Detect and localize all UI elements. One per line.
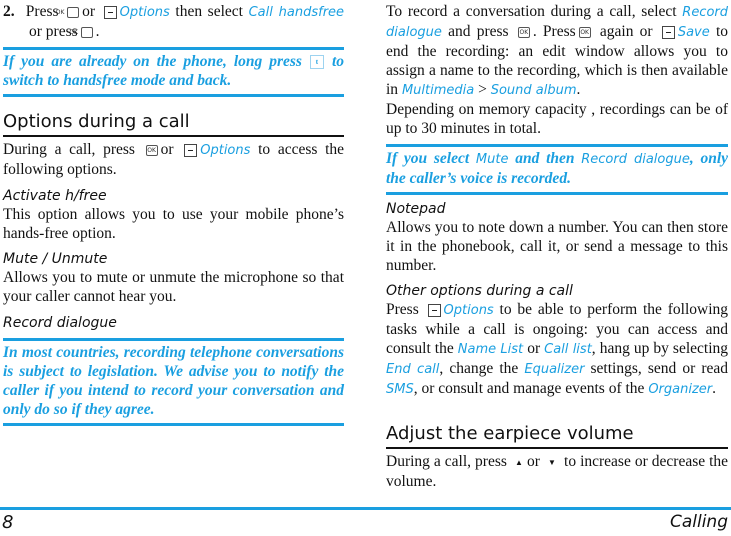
- subheading-notepad: Notepad: [386, 201, 446, 217]
- softkey-icon: [661, 25, 675, 39]
- ok-key-icon: OK: [145, 144, 158, 156]
- page-number: 8: [2, 512, 14, 533]
- right-column: To record a conversation during a call, …: [386, 0, 728, 491]
- menu-term-mute: Mute: [475, 152, 509, 167]
- menu-term-sms: SMS: [386, 382, 414, 397]
- up-arrow-icon: ▲: [514, 457, 523, 467]
- menu-term-save: Save: [677, 25, 710, 40]
- down-arrow-icon: ▼: [547, 457, 556, 467]
- footer-divider: [0, 507, 731, 510]
- memory-text: Depending on memory capacity , recording…: [386, 101, 728, 137]
- ok-key-icon: OK: [56, 6, 80, 18]
- left-column: 2. Press OK or Options then select Call h…: [3, 0, 344, 426]
- volume-body: During a call, press ▲ or ▼ to increase o…: [386, 452, 728, 491]
- menu-term-end-call: End call: [386, 362, 440, 377]
- legislation-note: In most countries, recording telephone c…: [3, 338, 344, 426]
- menu-term-organizer: Organizer: [648, 382, 713, 397]
- menu-term-multimedia: Multimedia: [401, 83, 475, 98]
- text: settings, send or read: [590, 360, 729, 377]
- softkey-icon: [184, 143, 198, 157]
- menu-term-sound-album: Sound album: [490, 83, 577, 98]
- menu-term-equalizer: Equalizer: [524, 362, 585, 377]
- menu-term-name-list: Name List: [457, 342, 524, 357]
- text: and press: [448, 23, 509, 40]
- mute-body: Allows you to mute or unmute the microph…: [3, 269, 344, 305]
- text: .: [576, 81, 581, 98]
- menu-term-call-handsfree: Call handsfree: [248, 5, 345, 20]
- text: or: [82, 3, 96, 20]
- section-title-volume: Adjust the earpiece volume: [386, 423, 728, 449]
- text: or: [527, 453, 540, 470]
- menu-term-options: Options: [200, 143, 251, 158]
- subheading-activate: Activate h/free: [3, 188, 107, 204]
- text: , change the: [439, 360, 519, 377]
- softkey-icon: [427, 303, 441, 317]
- text: .: [95, 23, 100, 40]
- mute-record-note: If you select Mute and then Record dialo…: [386, 144, 728, 195]
- text: and then: [515, 150, 575, 167]
- text: or: [527, 340, 541, 357]
- activate-body: This option allows you to use your mobil…: [3, 206, 344, 242]
- options-intro: During a call, press OK or Options to acc…: [3, 140, 344, 179]
- section-title-options: Options during a call: [3, 111, 344, 137]
- text: >: [478, 81, 487, 98]
- text: If you are already on the phone, long pr…: [3, 53, 302, 70]
- notepad-body: Allows you to note down a number. You ca…: [386, 219, 728, 274]
- other-options-body: Press Options to be able to perform the …: [386, 300, 728, 399]
- handsfree-note: If you are already on the phone, long pr…: [3, 47, 344, 97]
- text: , or consult and manage events of the: [413, 380, 645, 397]
- chapter-title: Calling: [669, 512, 728, 532]
- softkey-icon: [103, 5, 117, 19]
- text: During a call, press: [386, 453, 507, 470]
- step-number: 2.: [3, 3, 15, 20]
- text: or: [160, 141, 174, 158]
- text: If you select: [386, 150, 470, 167]
- text: To record a conversation during a call, …: [386, 3, 677, 20]
- text: . Press: [532, 23, 576, 40]
- text: Press: [386, 301, 419, 318]
- menu-term-options: Options: [443, 303, 494, 318]
- ok-key-icon: OK: [517, 26, 530, 38]
- subheading-mute: Mute / Unmute: [3, 251, 108, 267]
- menu-term-options: Options: [119, 5, 170, 20]
- record-instructions: To record a conversation during a call, …: [386, 2, 728, 100]
- subheading-other-options: Other options during a call: [386, 283, 573, 299]
- subheading-record: Record dialogue: [3, 315, 117, 331]
- step-2: 2. Press OK or Options then select Call h…: [3, 2, 344, 41]
- handsfree-key-icon: t: [309, 55, 324, 70]
- ok-key-icon: OK: [578, 26, 591, 38]
- menu-term-call-list: Call list: [544, 342, 592, 357]
- menu-term-record-dialogue: Record dialogue: [581, 152, 690, 167]
- text: then select: [175, 3, 243, 20]
- text: , hang up by selecting: [591, 340, 729, 357]
- text: again or: [599, 23, 653, 40]
- ok-key-icon: OK: [69, 26, 93, 38]
- text: Press: [25, 3, 59, 20]
- text: During a call, press: [3, 141, 135, 158]
- text: .: [712, 380, 717, 397]
